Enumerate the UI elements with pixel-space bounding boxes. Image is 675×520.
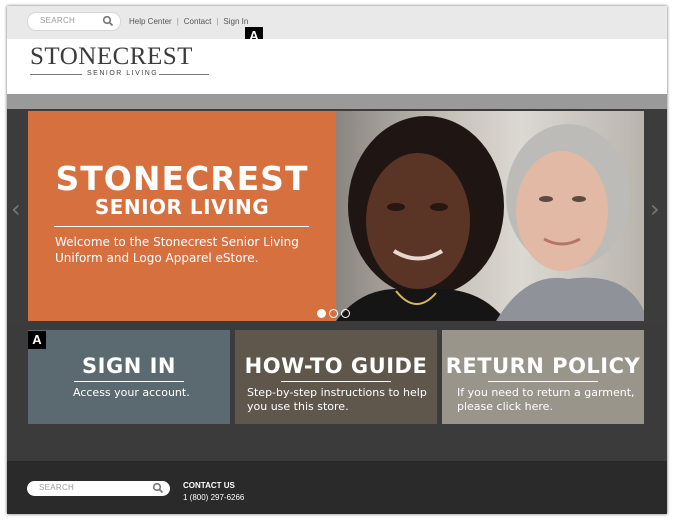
search-placeholder: SEARCH xyxy=(40,16,76,25)
nav-bar xyxy=(7,94,667,109)
footer-search-placeholder: SEARCH xyxy=(39,483,75,492)
hero-photo-illustration xyxy=(336,116,644,321)
search-icon[interactable] xyxy=(152,482,164,494)
top-search-input[interactable]: SEARCH xyxy=(27,12,121,31)
sign-in-title: SIGN IN xyxy=(82,354,176,378)
logo-tagline: SENIOR LIVING xyxy=(87,70,159,77)
search-icon[interactable] xyxy=(102,15,114,27)
help-center-link[interactable]: Help Center xyxy=(129,17,172,26)
slide-dot-2[interactable] xyxy=(329,309,338,318)
how-to-guide-tile[interactable]: HOW-TO GUIDE Step-by-step instructions t… xyxy=(235,330,437,424)
hero-photo xyxy=(336,111,644,321)
browser-frame: SEARCH Help Center | Contact | Sign In A STO… xyxy=(7,6,667,514)
hero-subtitle: SENIOR LIVING xyxy=(94,195,270,219)
hero-banner[interactable]: STONECREST SENIOR LIVING Welcome to the … xyxy=(28,111,336,321)
return-policy-desc: If you need to return a garment, please … xyxy=(457,386,635,413)
sign-in-desc: Access your account. xyxy=(73,386,190,399)
annotation-marker-tiles: A xyxy=(28,331,46,349)
tile-divider xyxy=(74,381,184,382)
tile-divider xyxy=(281,381,391,382)
hero-title: STONECREST xyxy=(55,159,309,198)
slider-pagination xyxy=(317,305,353,323)
logo-rule-left xyxy=(30,74,82,75)
tile-divider xyxy=(488,381,598,382)
return-policy-tile[interactable]: RETURN POLICY If you need to return a ga… xyxy=(442,330,644,424)
hero-welcome-text: Welcome to the Stonecrest Senior Living … xyxy=(55,235,299,265)
contact-link[interactable]: Contact xyxy=(184,17,212,26)
next-arrow-icon[interactable]: › xyxy=(650,195,660,223)
how-to-guide-title: HOW-TO GUIDE xyxy=(244,354,428,378)
top-utility-bar: SEARCH Help Center | Contact | Sign In A xyxy=(7,6,667,45)
site-footer: SEARCH CONTACT US 1 (800) 297-6266 xyxy=(7,461,667,514)
sign-in-link[interactable]: Sign In xyxy=(223,17,248,26)
prev-arrow-icon[interactable]: ‹ xyxy=(11,195,21,223)
how-to-guide-desc: Step-by-step instructions to help you us… xyxy=(247,386,427,413)
logo-rule-right xyxy=(159,74,209,75)
top-links: Help Center | Contact | Sign In xyxy=(129,17,249,26)
site-header: STONECREST SENIOR LIVING xyxy=(7,39,667,94)
slide-dot-1[interactable] xyxy=(317,309,326,318)
contact-phone[interactable]: 1 (800) 297-6266 xyxy=(183,493,244,502)
return-policy-title: RETURN POLICY xyxy=(445,354,641,378)
hero-divider xyxy=(54,226,309,227)
sign-in-tile[interactable]: SIGN IN Access your account. xyxy=(28,330,230,424)
contact-us-label[interactable]: CONTACT US xyxy=(183,481,235,490)
footer-search-input[interactable]: SEARCH xyxy=(27,481,170,496)
logo-wordmark[interactable]: STONECREST xyxy=(30,43,193,71)
hero-slider: ‹ › STONECREST SENIOR LIVING Welcome to … xyxy=(7,109,667,324)
slide-dot-3[interactable] xyxy=(341,309,350,318)
